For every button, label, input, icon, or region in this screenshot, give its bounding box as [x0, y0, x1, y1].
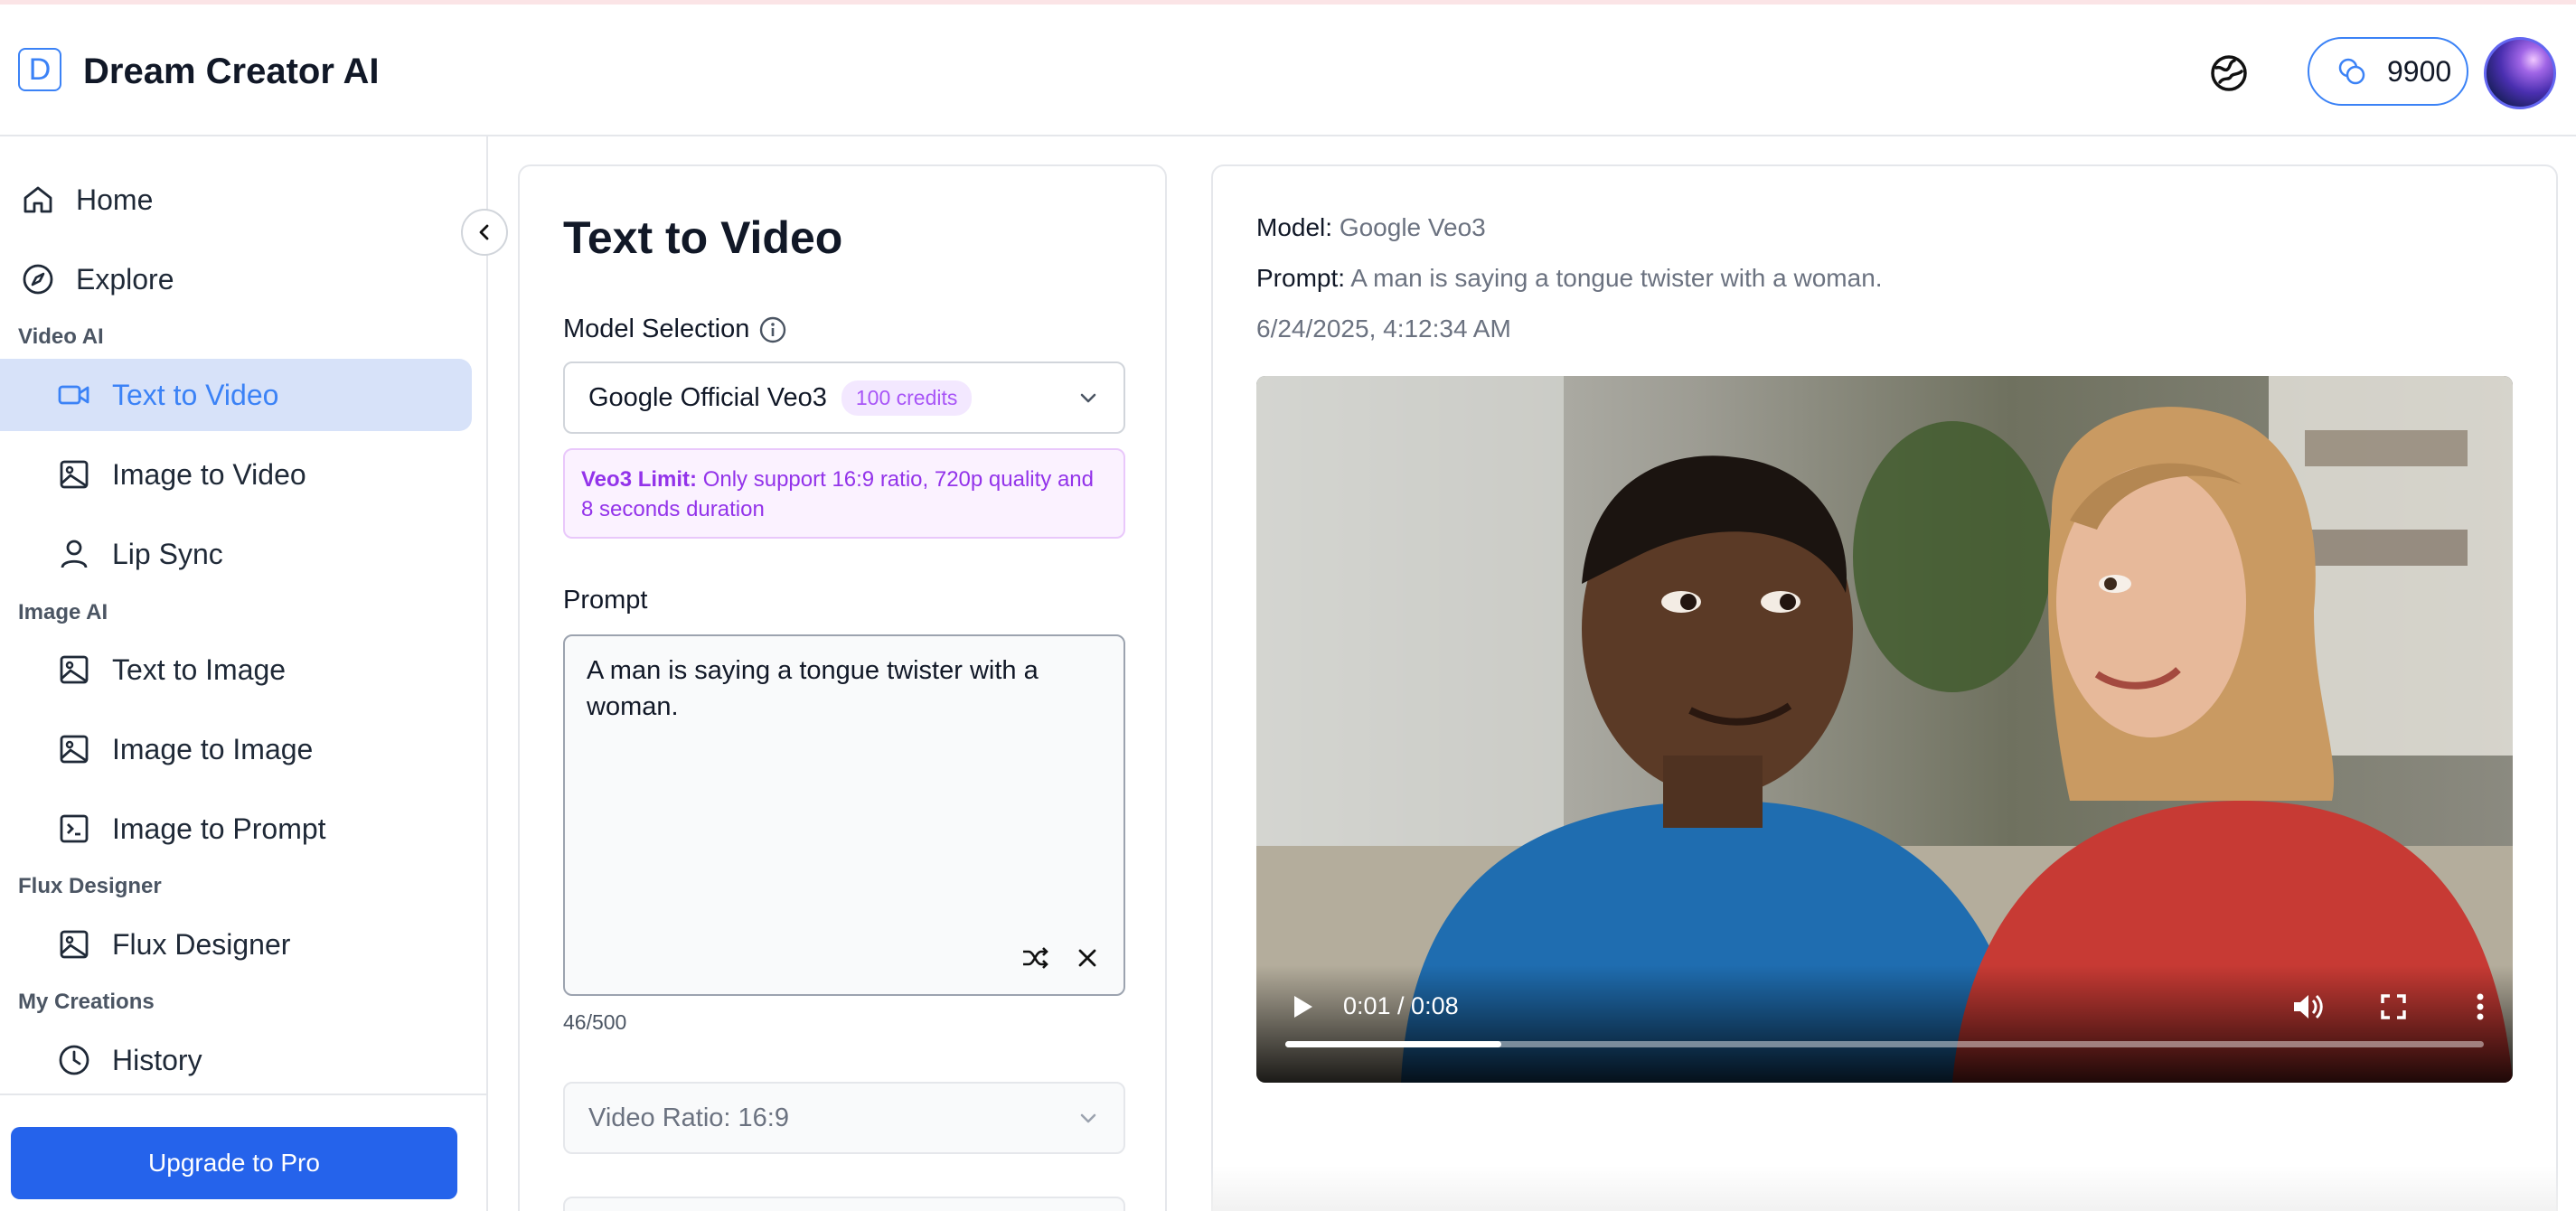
sidebar-item-image-to-image[interactable]: Image to Image: [0, 713, 472, 785]
video-ratio-value: Video Ratio: 16:9: [588, 1103, 789, 1132]
app-header: D Dream Creator AI 9900: [0, 5, 2576, 136]
sidebar-item-lip-sync[interactable]: Lip Sync: [0, 518, 472, 590]
next-option-select[interactable]: [563, 1197, 1125, 1211]
home-icon: [18, 180, 58, 220]
prompt-text: A man is saying a tongue twister with a …: [587, 656, 1039, 721]
info-icon[interactable]: [758, 315, 787, 344]
credit-cost-badge: 100 credits: [841, 380, 973, 416]
language-globe-icon[interactable]: [2207, 52, 2251, 95]
sidebar: Home Explore Video AI Text to Video Imag…: [0, 136, 488, 1211]
video-player[interactable]: 0:01 / 0:08: [1256, 376, 2513, 1083]
sidebar-item-flux-designer[interactable]: Flux Designer: [0, 908, 472, 981]
app-title[interactable]: Dream Creator AI: [83, 52, 380, 92]
upgrade-to-pro-button[interactable]: Upgrade to Pro: [11, 1127, 457, 1199]
credits-balance: 9900: [2387, 54, 2452, 88]
video-progress-track[interactable]: [1285, 1041, 2484, 1047]
model-select-value: Google Official Veo3: [588, 382, 827, 412]
image-icon: [54, 925, 94, 964]
result-model: Model: Google Veo3: [1256, 213, 1486, 242]
result-prompt-value: A man is saying a tongue twister with a …: [1350, 264, 1883, 292]
logo-letter: D: [28, 52, 52, 87]
play-icon[interactable]: [1283, 989, 1320, 1025]
video-time: 0:01 / 0:08: [1343, 992, 1459, 1019]
bottom-fade: [1211, 1166, 2558, 1211]
image-icon: [54, 650, 94, 690]
sidebar-item-label: Flux Designer: [112, 927, 291, 961]
section-label-image-ai: Image AI: [18, 600, 108, 624]
model-select[interactable]: Google Official Veo3 100 credits: [563, 361, 1125, 434]
section-label-video-ai: Video AI: [18, 324, 104, 349]
page-title: Text to Video: [563, 212, 843, 263]
fullscreen-icon[interactable]: [2375, 989, 2411, 1025]
limit-title: Veo3 Limit:: [581, 467, 698, 492]
terminal-icon: [54, 809, 94, 849]
sidebar-item-label: History: [112, 1043, 202, 1076]
coins-icon: [2338, 58, 2365, 85]
prompt-character-counter: 46/500: [563, 1010, 627, 1034]
video-controls: 0:01 / 0:08: [1256, 965, 2513, 1083]
user-icon: [54, 534, 94, 574]
sidebar-item-text-to-video[interactable]: Text to Video: [0, 359, 472, 431]
sidebar-item-label: Explore: [76, 262, 174, 296]
sidebar-item-label: Lip Sync: [112, 537, 223, 570]
clock-icon: [54, 1040, 94, 1080]
sidebar-item-label: Home: [76, 183, 154, 216]
result-model-value: Google Veo3: [1339, 213, 1486, 241]
video-ratio-select[interactable]: Video Ratio: 16:9: [563, 1082, 1125, 1154]
prompt-tools: [1019, 942, 1104, 974]
generation-form-panel: Text to Video Model Selection Google Off…: [518, 164, 1167, 1211]
compass-icon: [18, 259, 58, 299]
sidebar-item-text-to-image[interactable]: Text to Image: [0, 634, 472, 706]
result-prompt: Prompt: A man is saying a tongue twister…: [1256, 264, 1883, 293]
sidebar-item-label: Image to Image: [112, 732, 314, 765]
image-icon: [54, 729, 94, 769]
video-progress-fill: [1285, 1041, 1501, 1047]
result-panel: Model: Google Veo3 Prompt: A man is sayi…: [1211, 164, 2558, 1211]
video-camera-icon: [54, 375, 94, 415]
chevron-down-icon: [1080, 1113, 1096, 1123]
result-timestamp: 6/24/2025, 4:12:34 AM: [1256, 314, 1511, 343]
app-logo[interactable]: D: [18, 48, 61, 91]
result-model-key: Model:: [1256, 213, 1333, 241]
model-selection-label: Model Selection: [563, 314, 750, 343]
more-options-icon[interactable]: [2462, 989, 2498, 1025]
sidebar-item-label: Text to Video: [112, 378, 279, 411]
sidebar-item-explore[interactable]: Explore: [0, 243, 174, 315]
chevron-left-icon: [479, 224, 489, 240]
prompt-textarea[interactable]: A man is saying a tongue twister with a …: [563, 634, 1125, 996]
sidebar-item-home[interactable]: Home: [0, 164, 153, 236]
sidebar-item-history[interactable]: History: [0, 1024, 472, 1096]
clear-icon[interactable]: [1071, 942, 1104, 974]
collapse-sidebar-button[interactable]: [461, 209, 508, 256]
shuffle-icon[interactable]: [1019, 942, 1051, 974]
volume-icon[interactable]: [2289, 989, 2325, 1025]
sidebar-item-label: Image to Video: [112, 457, 306, 491]
sidebar-item-image-to-prompt[interactable]: Image to Prompt: [0, 793, 472, 865]
sidebar-item-label: Text to Image: [112, 652, 287, 686]
model-limit-notice: Veo3 Limit: Only support 16:9 ratio, 720…: [563, 448, 1125, 539]
sidebar-item-image-to-video[interactable]: Image to Video: [0, 438, 472, 511]
section-label-my-creations: My Creations: [18, 990, 155, 1014]
sidebar-divider: [0, 1094, 488, 1095]
section-label-flux-designer: Flux Designer: [18, 874, 162, 898]
chevron-down-icon: [1080, 393, 1096, 403]
prompt-label: Prompt: [563, 586, 648, 615]
user-avatar[interactable]: [2484, 37, 2556, 109]
image-icon: [54, 455, 94, 494]
result-prompt-key: Prompt:: [1256, 264, 1346, 292]
credits-button[interactable]: 9900: [2308, 37, 2468, 106]
sidebar-item-label: Image to Prompt: [112, 812, 326, 845]
